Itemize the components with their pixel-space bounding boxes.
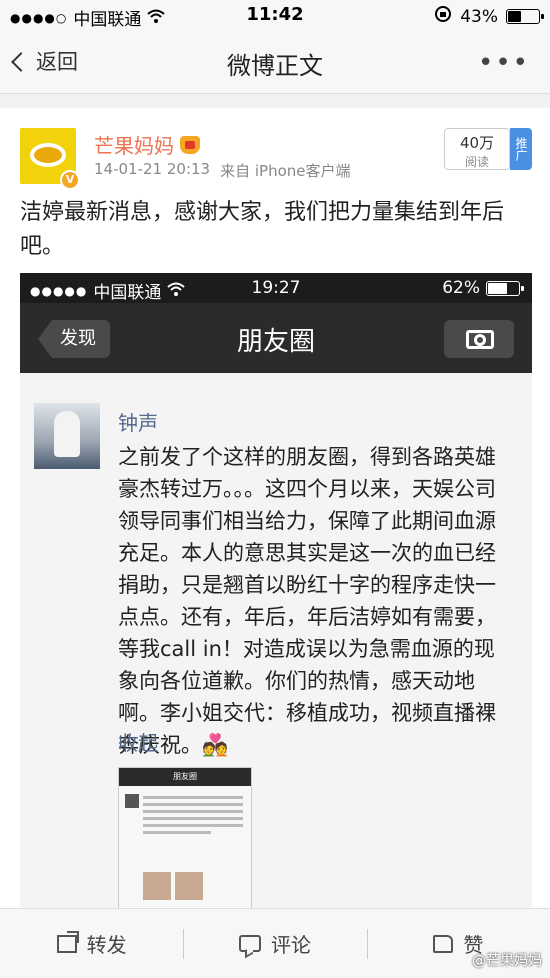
battery-fill <box>508 11 521 22</box>
read-count: 40万 <box>459 134 495 152</box>
battery-icon <box>506 9 544 24</box>
thumbnail-title: 朋友圈 <box>119 768 251 786</box>
comment-label: 评论 <box>270 933 311 957</box>
verified-badge-icon: V <box>60 170 80 190</box>
action-bar: 转发 评论 赞 <box>0 908 550 978</box>
post-card: V 芒果妈妈 14-01-21 20:13 来自 iPhone客户端 40万 阅… <box>0 108 550 913</box>
vip-crown-icon <box>180 135 200 154</box>
camera-icon <box>444 320 514 358</box>
embedded-avatar <box>34 403 100 469</box>
embedded-post-body: 之前发了个这样的朋友圈，得到各路英雄豪杰转过万。。。这四个月以来，天娱公司领导同… <box>118 445 496 757</box>
embedded-screenshot-image[interactable]: ●●●●● 中国联通 19:27 62% 发现 朋友圈 钟声 之前发了个这样的朋… <box>20 273 532 913</box>
comment-button[interactable]: 评论 <box>183 909 366 978</box>
more-options-button[interactable]: ••• <box>478 48 530 78</box>
avatar-logo-icon <box>30 143 66 167</box>
read-label: 阅读 <box>464 155 489 169</box>
embedded-nav-bar: 发现 朋友圈 <box>20 303 532 373</box>
post-meta: 14-01-21 20:13 来自 iPhone客户端 <box>94 160 351 181</box>
embedded-author: 钟声 <box>118 411 158 435</box>
author-name[interactable]: 芒果妈妈 <box>94 130 200 159</box>
post-source: 来自 iPhone客户端 <box>220 162 351 180</box>
repost-icon <box>56 934 77 953</box>
battery-percent: 43% <box>460 6 498 27</box>
thumbs-up-icon <box>433 934 454 953</box>
embedded-battery-percent: 62% <box>442 278 480 298</box>
post-timestamp: 14-01-21 20:13 <box>94 160 211 178</box>
promote-button[interactable]: 推广 <box>510 128 532 170</box>
post-text: 洁婷最新消息，感谢大家，我们把力量集结到年后吧。 <box>20 200 505 259</box>
page-title: 微博正文 <box>227 52 323 80</box>
nav-bar: 返回 微博正文 ••• <box>0 30 550 94</box>
embedded-status-bar: ●●●●● 中国联通 19:27 62% <box>20 273 532 303</box>
embedded-thumbnail-image: 朋友圈 <box>118 767 252 913</box>
watermark: @芒果妈妈 <box>472 953 542 969</box>
status-bar: ●●●●○ 中国联通 11:42 43% <box>0 0 550 30</box>
rotation-lock-icon <box>434 5 452 28</box>
comment-icon <box>238 935 261 952</box>
embedded-battery-fill <box>488 282 507 294</box>
embedded-collapse-link: 收起 <box>118 731 158 755</box>
repost-label: 转发 <box>86 933 127 957</box>
repost-button[interactable]: 转发 <box>0 909 183 978</box>
author-name-text: 芒果妈妈 <box>94 134 174 158</box>
embedded-battery-icon <box>486 280 524 296</box>
read-count-badge: 40万 阅读 <box>444 128 510 170</box>
